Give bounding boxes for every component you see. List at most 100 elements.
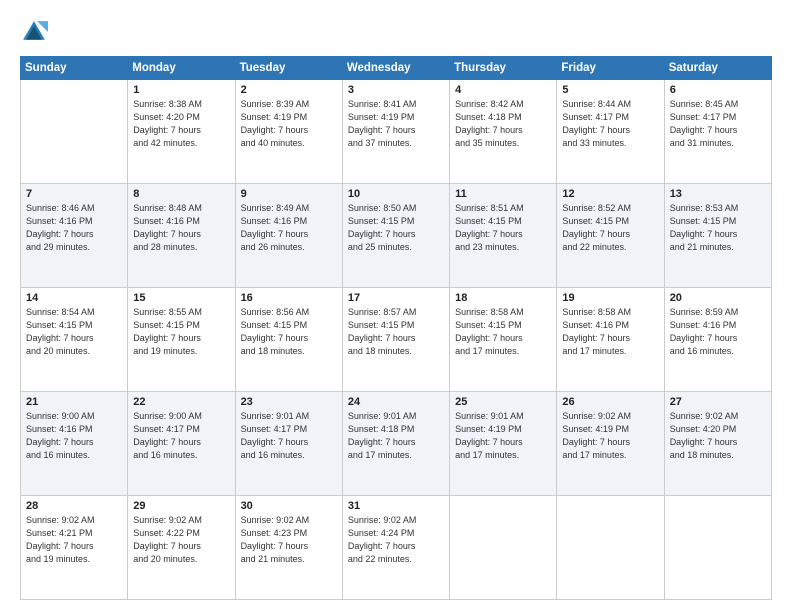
calendar-cell [557,496,664,600]
day-info: Sunrise: 8:51 AM Sunset: 4:15 PM Dayligh… [455,202,551,254]
calendar-cell: 26 Sunrise: 9:02 AM Sunset: 4:19 PM Dayli… [557,392,664,496]
page: SundayMondayTuesdayWednesdayThursdayFrid… [0,0,792,612]
calendar-cell: 20Sunrise: 8:59 AM Sunset: 4:16 PM Dayli… [664,288,771,392]
week-row-4: 21Sunrise: 9:00 AM Sunset: 4:16 PM Dayli… [21,392,772,496]
day-number: 25 [455,396,551,408]
day-info: Sunrise: 8:58 AM Sunset: 4:16 PM Dayligh… [562,306,658,358]
day-number: 11 [455,188,551,200]
day-number: 4 [455,84,551,96]
calendar-cell: 19 Sunrise: 8:58 AM Sunset: 4:16 PM Dayli… [557,288,664,392]
day-number: 3 [348,84,444,96]
calendar-cell: 6Sunrise: 8:45 AM Sunset: 4:17 PM Daylig… [664,80,771,184]
calendar-cell: 5 Sunrise: 8:44 AM Sunset: 4:17 PM Daylig… [557,80,664,184]
weekday-header-friday: Friday [557,57,664,80]
calendar-cell: 12 Sunrise: 8:52 AM Sunset: 4:15 PM Dayli… [557,184,664,288]
day-number: 6 [670,84,766,96]
calendar-cell: 28 Sunrise: 9:02 AM Sunset: 4:21 PM Dayli… [21,496,128,600]
calendar-cell: 17 Sunrise: 8:57 AM Sunset: 4:15 PM Dayli… [342,288,449,392]
calendar-cell: 10 Sunrise: 8:50 AM Sunset: 4:15 PM Dayli… [342,184,449,288]
calendar-cell: 2 Sunrise: 8:39 AM Sunset: 4:19 PM Daylig… [235,80,342,184]
day-info: Sunrise: 9:01 AM Sunset: 4:17 PM Dayligh… [241,410,337,462]
day-number: 26 [562,396,658,408]
day-number: 30 [241,500,337,512]
day-number: 9 [241,188,337,200]
calendar-cell: 22Sunrise: 9:00 AM Sunset: 4:17 PM Dayli… [128,392,235,496]
day-number: 15 [133,292,229,304]
calendar-cell: 16 Sunrise: 8:56 AM Sunset: 4:15 PM Dayli… [235,288,342,392]
day-number: 14 [26,292,122,304]
day-info: Sunrise: 8:52 AM Sunset: 4:15 PM Dayligh… [562,202,658,254]
weekday-header-monday: Monday [128,57,235,80]
day-info: Sunrise: 9:00 AM Sunset: 4:16 PM Dayligh… [26,410,122,462]
day-number: 20 [670,292,766,304]
calendar-cell: 24Sunrise: 9:01 AM Sunset: 4:18 PM Dayli… [342,392,449,496]
calendar-cell [21,80,128,184]
day-number: 17 [348,292,444,304]
weekday-header-saturday: Saturday [664,57,771,80]
day-info: Sunrise: 9:02 AM Sunset: 4:19 PM Dayligh… [562,410,658,462]
day-number: 31 [348,500,444,512]
day-info: Sunrise: 9:00 AM Sunset: 4:17 PM Dayligh… [133,410,229,462]
day-number: 23 [241,396,337,408]
calendar-cell: 27 Sunrise: 9:02 AM Sunset: 4:20 PM Dayli… [664,392,771,496]
calendar-cell: 31 Sunrise: 9:02 AM Sunset: 4:24 PM Dayli… [342,496,449,600]
day-info: Sunrise: 8:39 AM Sunset: 4:19 PM Dayligh… [241,98,337,150]
day-info: Sunrise: 9:02 AM Sunset: 4:24 PM Dayligh… [348,514,444,566]
calendar-cell: 23 Sunrise: 9:01 AM Sunset: 4:17 PM Dayli… [235,392,342,496]
week-row-5: 28 Sunrise: 9:02 AM Sunset: 4:21 PM Dayli… [21,496,772,600]
logo [20,18,52,46]
weekday-header-sunday: Sunday [21,57,128,80]
day-info: Sunrise: 9:02 AM Sunset: 4:21 PM Dayligh… [26,514,122,566]
day-number: 27 [670,396,766,408]
calendar-cell: 7Sunrise: 8:46 AM Sunset: 4:16 PM Daylig… [21,184,128,288]
day-info: Sunrise: 8:56 AM Sunset: 4:15 PM Dayligh… [241,306,337,358]
calendar-cell: 15 Sunrise: 8:55 AM Sunset: 4:15 PM Dayli… [128,288,235,392]
week-row-3: 14 Sunrise: 8:54 AM Sunset: 4:15 PM Dayli… [21,288,772,392]
day-info: Sunrise: 8:44 AM Sunset: 4:17 PM Dayligh… [562,98,658,150]
day-info: Sunrise: 8:55 AM Sunset: 4:15 PM Dayligh… [133,306,229,358]
day-number: 16 [241,292,337,304]
calendar-cell: 4 Sunrise: 8:42 AM Sunset: 4:18 PM Daylig… [450,80,557,184]
day-number: 29 [133,500,229,512]
weekday-header-wednesday: Wednesday [342,57,449,80]
day-number: 13 [670,188,766,200]
calendar-cell: 8 Sunrise: 8:48 AM Sunset: 4:16 PM Daylig… [128,184,235,288]
day-number: 1 [133,84,229,96]
day-info: Sunrise: 8:48 AM Sunset: 4:16 PM Dayligh… [133,202,229,254]
calendar-cell: 29 Sunrise: 9:02 AM Sunset: 4:22 PM Dayli… [128,496,235,600]
calendar-cell [664,496,771,600]
week-row-2: 7Sunrise: 8:46 AM Sunset: 4:16 PM Daylig… [21,184,772,288]
day-info: Sunrise: 8:46 AM Sunset: 4:16 PM Dayligh… [26,202,122,254]
day-info: Sunrise: 9:02 AM Sunset: 4:20 PM Dayligh… [670,410,766,462]
calendar-cell: 13Sunrise: 8:53 AM Sunset: 4:15 PM Dayli… [664,184,771,288]
day-info: Sunrise: 9:01 AM Sunset: 4:18 PM Dayligh… [348,410,444,462]
day-info: Sunrise: 8:41 AM Sunset: 4:19 PM Dayligh… [348,98,444,150]
week-row-1: 1 Sunrise: 8:38 AM Sunset: 4:20 PM Daylig… [21,80,772,184]
day-info: Sunrise: 8:38 AM Sunset: 4:20 PM Dayligh… [133,98,229,150]
calendar-cell [450,496,557,600]
weekday-header-row: SundayMondayTuesdayWednesdayThursdayFrid… [21,57,772,80]
day-number: 12 [562,188,658,200]
day-number: 2 [241,84,337,96]
weekday-header-thursday: Thursday [450,57,557,80]
day-info: Sunrise: 8:54 AM Sunset: 4:15 PM Dayligh… [26,306,122,358]
logo-icon [20,18,48,46]
day-info: Sunrise: 8:42 AM Sunset: 4:18 PM Dayligh… [455,98,551,150]
calendar-cell: 25 Sunrise: 9:01 AM Sunset: 4:19 PM Dayli… [450,392,557,496]
day-number: 28 [26,500,122,512]
day-info: Sunrise: 8:50 AM Sunset: 4:15 PM Dayligh… [348,202,444,254]
day-info: Sunrise: 9:01 AM Sunset: 4:19 PM Dayligh… [455,410,551,462]
day-info: Sunrise: 8:57 AM Sunset: 4:15 PM Dayligh… [348,306,444,358]
weekday-header-tuesday: Tuesday [235,57,342,80]
day-number: 19 [562,292,658,304]
calendar-table: SundayMondayTuesdayWednesdayThursdayFrid… [20,56,772,600]
day-number: 8 [133,188,229,200]
calendar-cell: 21Sunrise: 9:00 AM Sunset: 4:16 PM Dayli… [21,392,128,496]
header [20,18,772,46]
day-info: Sunrise: 9:02 AM Sunset: 4:22 PM Dayligh… [133,514,229,566]
day-number: 5 [562,84,658,96]
calendar-cell: 9 Sunrise: 8:49 AM Sunset: 4:16 PM Daylig… [235,184,342,288]
day-number: 10 [348,188,444,200]
day-info: Sunrise: 8:49 AM Sunset: 4:16 PM Dayligh… [241,202,337,254]
calendar-cell: 30Sunrise: 9:02 AM Sunset: 4:23 PM Dayli… [235,496,342,600]
